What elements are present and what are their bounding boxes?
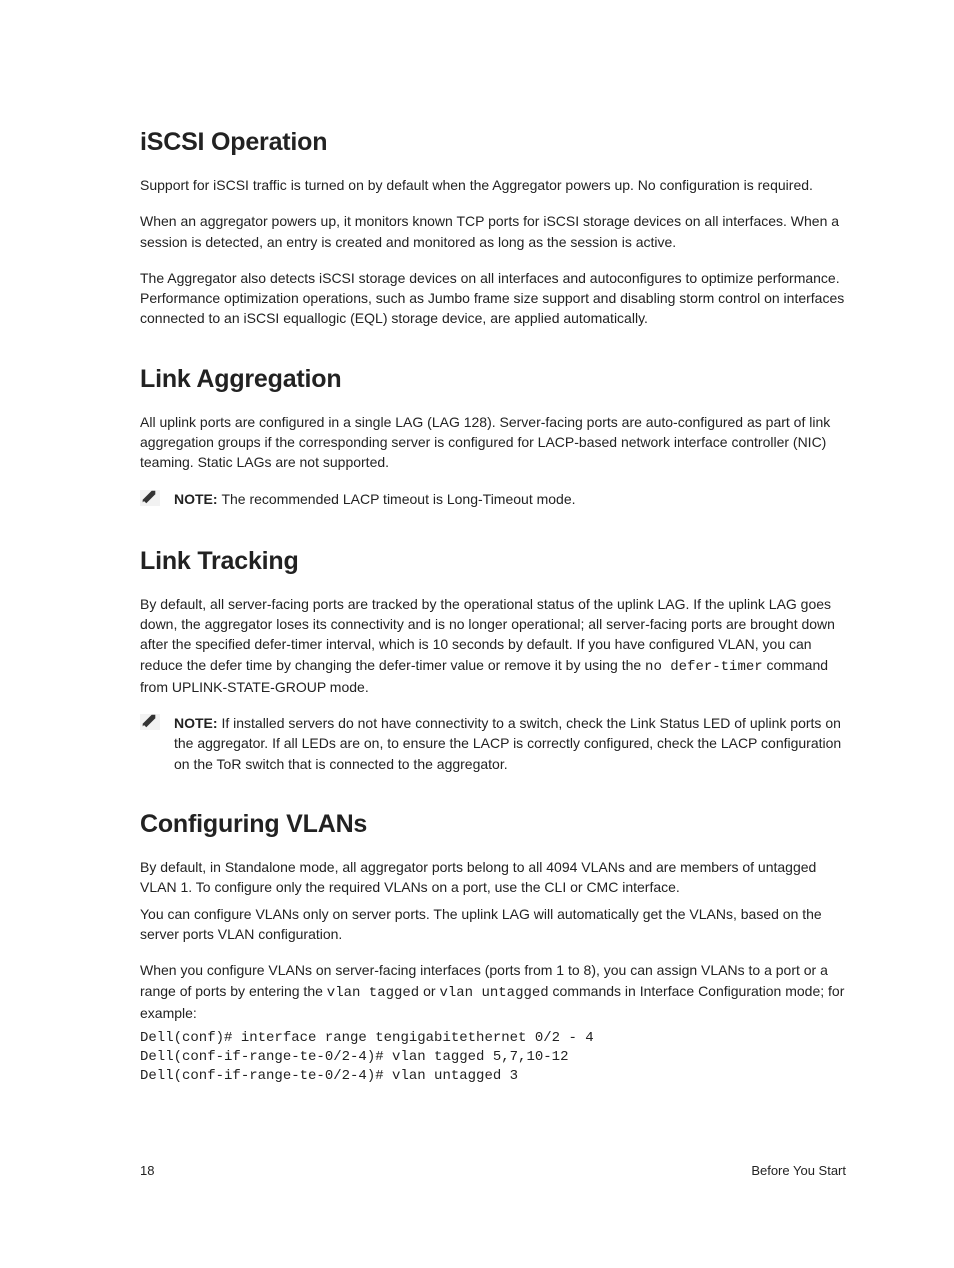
paragraph: Support for iSCSI traffic is turned on b… xyxy=(140,175,846,195)
paragraph: You can configure VLANs only on server p… xyxy=(140,904,846,945)
note-text: NOTE: If installed servers do not have c… xyxy=(174,713,846,774)
note-body: The recommended LACP timeout is Long-Tim… xyxy=(221,491,575,507)
paragraph: By default, all server-facing ports are … xyxy=(140,594,846,697)
inline-code: vlan untagged xyxy=(439,985,548,1001)
heading-configuring-vlans: Configuring VLANs xyxy=(140,810,846,839)
chapter-title: Before You Start xyxy=(751,1163,846,1178)
paragraph: When an aggregator powers up, it monitor… xyxy=(140,211,846,252)
note-body: If installed servers do not have connect… xyxy=(174,715,841,772)
note-icon xyxy=(140,490,160,511)
note-text: NOTE: The recommended LACP timeout is Lo… xyxy=(174,489,576,509)
code-block: Dell(conf)# interface range tengigabitet… xyxy=(140,1029,846,1086)
heading-link-tracking: Link Tracking xyxy=(140,547,846,576)
note-icon xyxy=(140,714,160,735)
heading-iscsi-operation: iSCSI Operation xyxy=(140,128,846,157)
text-run: or xyxy=(419,983,439,999)
page-number: 18 xyxy=(140,1163,154,1178)
paragraph: By default, in Standalone mode, all aggr… xyxy=(140,857,846,898)
page-footer: 18 Before You Start xyxy=(140,1163,846,1178)
note-block: NOTE: The recommended LACP timeout is Lo… xyxy=(140,489,846,511)
paragraph: All uplink ports are configured in a sin… xyxy=(140,412,846,473)
note-block: NOTE: If installed servers do not have c… xyxy=(140,713,846,774)
paragraph: The Aggregator also detects iSCSI storag… xyxy=(140,268,846,329)
document-page: iSCSI Operation Support for iSCSI traffi… xyxy=(0,0,954,1268)
heading-link-aggregation: Link Aggregation xyxy=(140,365,846,394)
note-label: NOTE: xyxy=(174,715,221,731)
inline-code: no defer-timer xyxy=(645,659,763,675)
inline-code: vlan tagged xyxy=(327,985,419,1001)
paragraph: When you configure VLANs on server-facin… xyxy=(140,960,846,1023)
note-label: NOTE: xyxy=(174,491,221,507)
